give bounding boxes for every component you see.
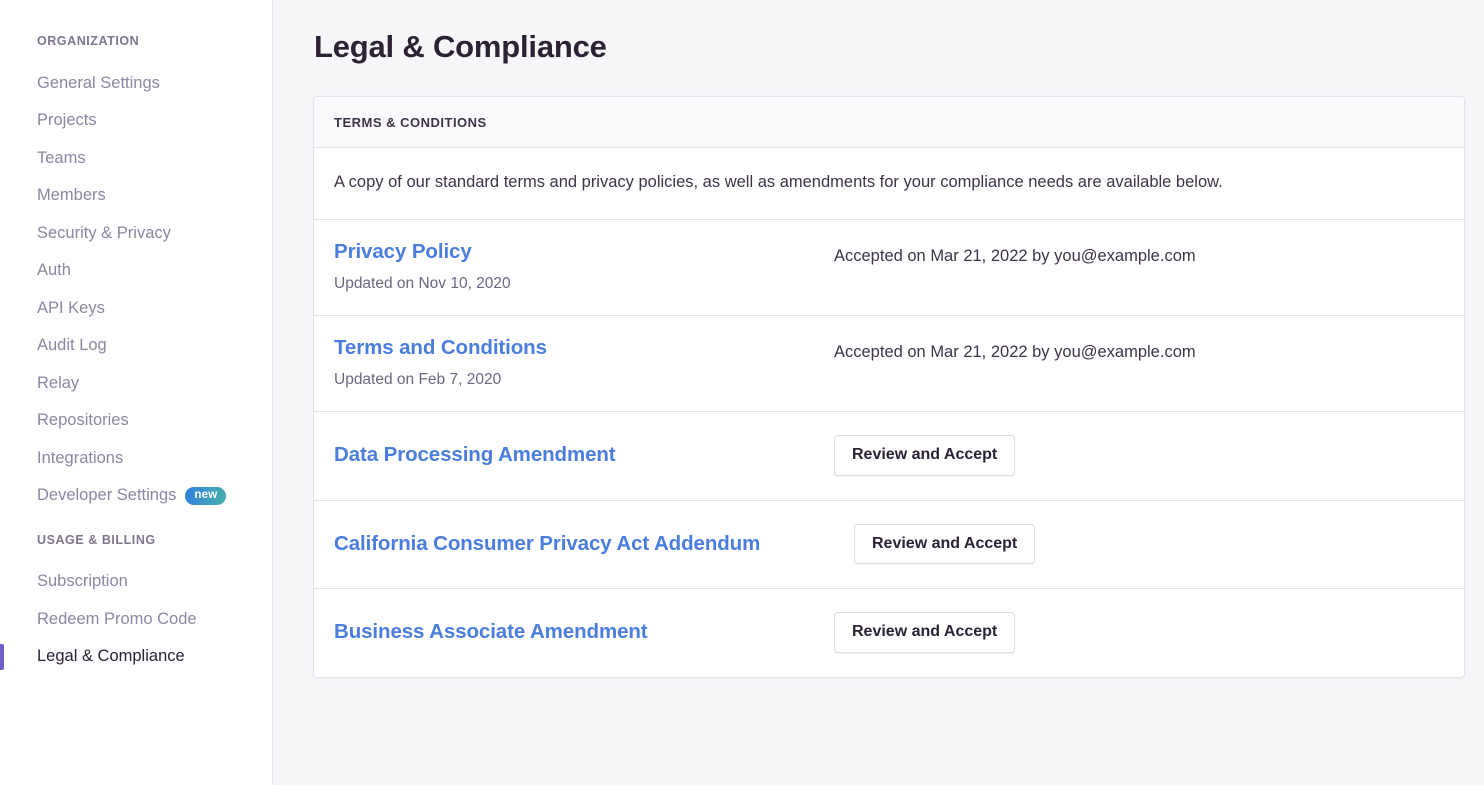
sidebar-item-label: Auth [37,261,71,280]
review-and-accept-button[interactable]: Review and Accept [834,612,1016,653]
active-indicator-bar [0,644,4,670]
sidebar-item-label: Teams [37,148,86,167]
document-updated-date: Updated on Nov 10, 2020 [334,275,511,293]
document-info: Business Associate Amendment [334,620,834,645]
card-header-title: TERMS & CONDITIONS [314,96,1464,148]
sidebar-item-label: API Keys [37,298,105,317]
document-info: Terms and Conditions Updated on Feb 7, 2… [334,336,834,390]
sidebar-item-label: Security & Privacy [37,223,171,242]
sidebar-item-label: General Settings [37,73,160,92]
main-content: Legal & Compliance TERMS & CONDITIONS A … [273,0,1484,785]
page-title: Legal & Compliance [314,29,607,64]
sidebar-item-relay[interactable]: Relay [0,365,272,403]
sidebar-item-security-privacy[interactable]: Security & Privacy [0,215,272,253]
document-info: California Consumer Privacy Act Addendum [334,532,854,557]
sidebar-nav-list-usage-billing: Subscription Redeem Promo Code Legal & C… [0,546,272,676]
terms-and-conditions-card: TERMS & CONDITIONS A copy of our standar… [313,95,1465,678]
document-action-cell: Review and Accept [834,612,1444,653]
sidebar-item-repositories[interactable]: Repositories [0,402,272,440]
new-badge: new [185,487,227,505]
spacer [0,546,272,563]
settings-page: ORGANIZATION General Settings Projects T… [0,0,1484,785]
sidebar-item-developer-settings[interactable]: Developer Settings new [0,477,272,515]
spacer [0,48,272,65]
sidebar-item-label: Developer Settings [37,486,177,505]
sidebar-item-label: Relay [37,373,80,392]
document-action-cell: Review and Accept [854,523,1444,565]
document-action-cell: Review and Accept [834,435,1444,476]
sidebar-item-label: Projects [37,111,97,130]
status-accepted-text: Accepted on Mar 21, 2022 by you@example.… [834,246,1196,265]
document-status-cell: Accepted on Mar 21, 2022 by you@example.… [834,240,1444,267]
sidebar-item-label: Redeem Promo Code [37,609,197,628]
document-updated-date: Updated on Feb 7, 2020 [334,371,502,389]
table-row: Business Associate Amendment Review and … [314,589,1464,677]
document-link-ccpa-addendum[interactable]: California Consumer Privacy Act Addendum [334,532,760,557]
settings-sidebar: ORGANIZATION General Settings Projects T… [0,0,273,785]
sidebar-item-projects[interactable]: Projects [0,102,272,140]
document-link-terms-and-conditions[interactable]: Terms and Conditions [334,336,547,361]
document-link-business-associate-amendment[interactable]: Business Associate Amendment [334,620,648,645]
card-intro-text: A copy of our standard terms and privacy… [314,148,1464,220]
sidebar-item-label: Subscription [37,572,128,591]
document-link-privacy-policy[interactable]: Privacy Policy [334,240,472,265]
table-row: Privacy Policy Updated on Nov 10, 2020 A… [314,220,1464,316]
document-status-cell: Accepted on Mar 21, 2022 by you@example.… [834,336,1444,363]
table-row: Terms and Conditions Updated on Feb 7, 2… [314,316,1464,413]
status-accepted-text: Accepted on Mar 21, 2022 by you@example.… [834,342,1196,361]
sidebar-section-heading-organization: ORGANIZATION [37,34,140,48]
sidebar-item-members[interactable]: Members [0,177,272,215]
sidebar-section-organization: ORGANIZATION General Settings Projects T… [0,35,272,515]
sidebar-item-label: Integrations [37,448,124,467]
sidebar-item-integrations[interactable]: Integrations [0,440,272,478]
document-info: Privacy Policy Updated on Nov 10, 2020 [334,240,834,294]
sidebar-item-subscription[interactable]: Subscription [0,563,272,601]
sidebar-section-usage-billing: USAGE & BILLING Subscription Redeem Prom… [0,532,272,676]
table-row: California Consumer Privacy Act Addendum… [314,501,1464,590]
sidebar-item-legal-compliance[interactable]: Legal & Compliance [0,638,272,676]
sidebar-item-label: Audit Log [37,336,107,355]
review-and-accept-button[interactable]: Review and Accept [854,523,1036,565]
table-row: Data Processing Amendment Review and Acc… [314,412,1464,501]
sidebar-item-redeem-promo-code[interactable]: Redeem Promo Code [0,601,272,639]
sidebar-item-api-keys[interactable]: API Keys [0,290,272,328]
document-link-data-processing-amendment[interactable]: Data Processing Amendment [334,443,616,468]
sidebar-item-general-settings[interactable]: General Settings [0,65,272,103]
sidebar-item-teams[interactable]: Teams [0,140,272,178]
review-and-accept-button[interactable]: Review and Accept [834,435,1016,476]
sidebar-item-label: Legal & Compliance [37,647,185,666]
sidebar-item-audit-log[interactable]: Audit Log [0,327,272,365]
sidebar-nav-list-organization: General Settings Projects Teams Members … [0,48,272,515]
document-info: Data Processing Amendment [334,443,834,468]
sidebar-section-heading-usage-billing: USAGE & BILLING [37,532,156,547]
sidebar-item-label: Members [37,186,106,205]
sidebar-item-label: Repositories [37,411,129,430]
sidebar-item-auth[interactable]: Auth [0,252,272,290]
